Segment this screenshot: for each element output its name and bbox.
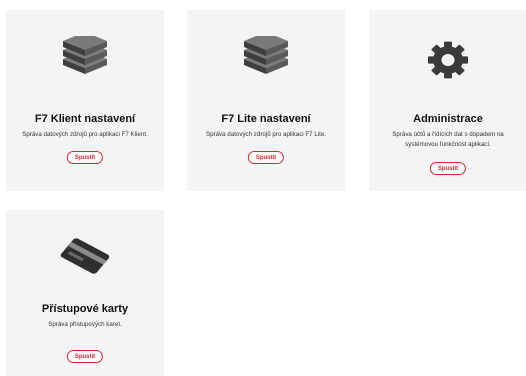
launch-button[interactable]: Spustit [247,151,285,164]
tile-title: Administrace [413,113,483,125]
tile-description: Správa datových zdrojů pro aplikaci F7 L… [205,131,327,138]
launch-button[interactable]: Spustit [429,162,467,175]
tile-description: Správa účtů a řídících dat s dopadem na … [392,131,504,148]
tile-pristupove-karty: Přístupové karty Správa přístupových kar… [6,210,164,376]
tile-title: F7 Klient nastavení [34,113,136,125]
tile-title: Přístupové karty [41,303,129,315]
launch-button[interactable]: Spustit [66,350,104,363]
tile-f7-lite: F7 Lite nastavení Správa datových zdrojů… [187,10,345,191]
gear-icon [369,36,526,84]
launch-button[interactable]: Spustit [66,151,104,164]
tile-f7-klient: F7 Klient nastavení Správa datových zdro… [6,10,164,191]
tile-description: Správa datových zdrojů pro aplikaci F7 K… [22,131,148,138]
server-stack-icon [187,36,345,84]
access-card-icon [6,232,164,280]
tile-administrace: Administrace Správa účtů a řídících dat … [369,10,526,191]
tile-title: F7 Lite nastavení [221,113,311,125]
server-stack-icon [6,36,164,84]
tile-description: Správa přístupových karet. [48,321,122,328]
